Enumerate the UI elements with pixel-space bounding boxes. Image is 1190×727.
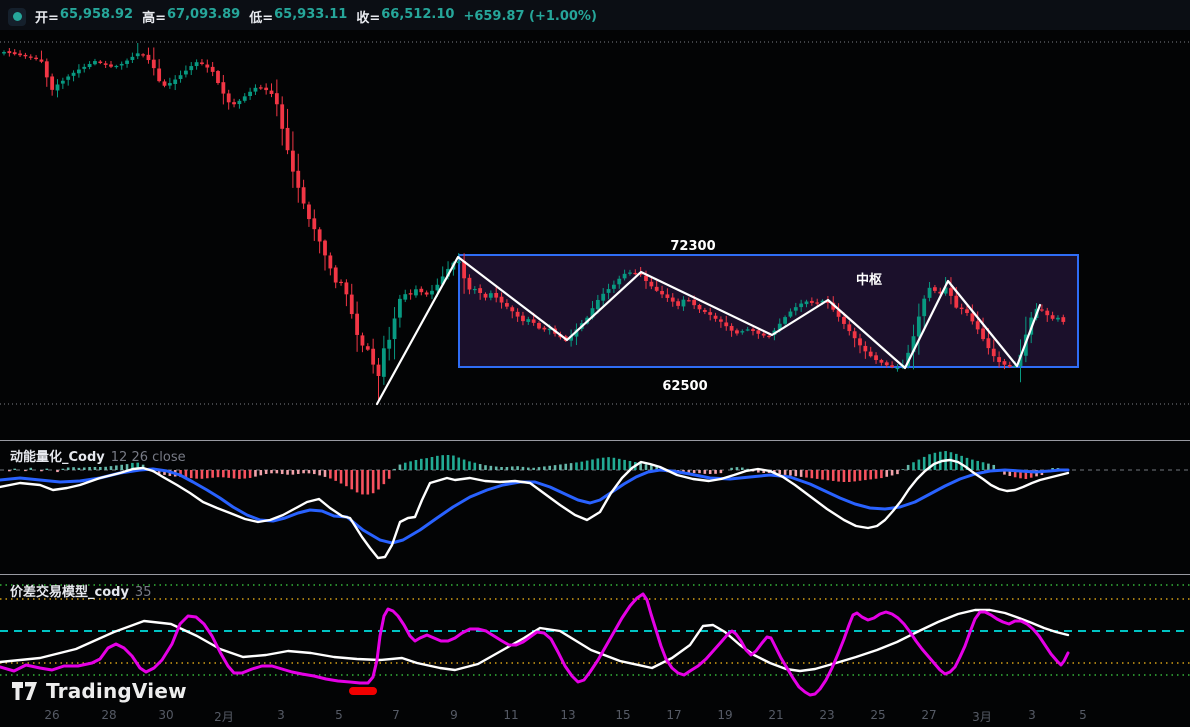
tradingview-watermark[interactable]: TradingView: [12, 679, 187, 703]
time-axis-label: 11: [503, 708, 518, 722]
time-axis-label: 2月: [214, 708, 234, 725]
time-axis-label: 9: [450, 708, 458, 722]
ohlc-close: 收=66,512.10: [356, 7, 454, 26]
time-axis-label: 3月: [972, 708, 992, 725]
box-top-price-label: 72300: [670, 239, 715, 254]
time-axis-label: 27: [921, 708, 936, 722]
time-axis-label: 13: [560, 708, 575, 722]
ohlc-change: +659.87 (+1.00%): [463, 9, 596, 24]
time-axis-label: 25: [870, 708, 885, 722]
time-axis-label: 5: [335, 708, 343, 722]
time-axis-label: 21: [768, 708, 783, 722]
ohlc-open: 开=65,958.92: [35, 7, 133, 26]
time-axis-label: 26: [44, 708, 59, 722]
time-axis-label: 23: [819, 708, 834, 722]
time-axis[interactable]: 26 28 30 2月 3 5 7 9 11 13 15 17 19 21 23 25 27 3月 3 5: [0, 706, 1190, 727]
zhongshu-label: 中枢: [856, 269, 882, 288]
time-axis-label: 5: [1079, 708, 1087, 722]
series-marker-icon: [13, 12, 22, 21]
time-axis-label: 7: [392, 708, 400, 722]
time-axis-label: 3: [277, 708, 285, 722]
tradingview-logo-icon: [12, 681, 38, 701]
time-axis-label: 3: [1028, 708, 1036, 722]
indicator-title-momentum[interactable]: 动能量化_Cody 12 26 close: [10, 446, 186, 465]
indicator-title-spread[interactable]: 价差交易模型_cody 35: [10, 581, 151, 600]
ohlc-high: 高=67,093.89: [142, 7, 240, 26]
series-marker-chip: [8, 8, 26, 26]
box-bottom-price-label: 62500: [662, 379, 707, 394]
tradingview-chart-window: 开=65,958.92 高=67,093.89 低=65,933.11 收=66…: [0, 0, 1190, 727]
time-axis-label: 19: [717, 708, 732, 722]
time-axis-label: 15: [615, 708, 630, 722]
ohlc-legend[interactable]: 开=65,958.92 高=67,093.89 低=65,933.11 收=66…: [8, 7, 597, 26]
time-axis-label: 17: [666, 708, 681, 722]
chart-surface[interactable]: [0, 0, 1190, 727]
tradingview-logo-text: TradingView: [46, 679, 187, 703]
time-axis-label: 28: [101, 708, 116, 722]
ohlc-low: 低=65,933.11: [249, 7, 347, 26]
time-axis-label: 30: [158, 708, 173, 722]
red-signal-marker[interactable]: [349, 687, 377, 695]
